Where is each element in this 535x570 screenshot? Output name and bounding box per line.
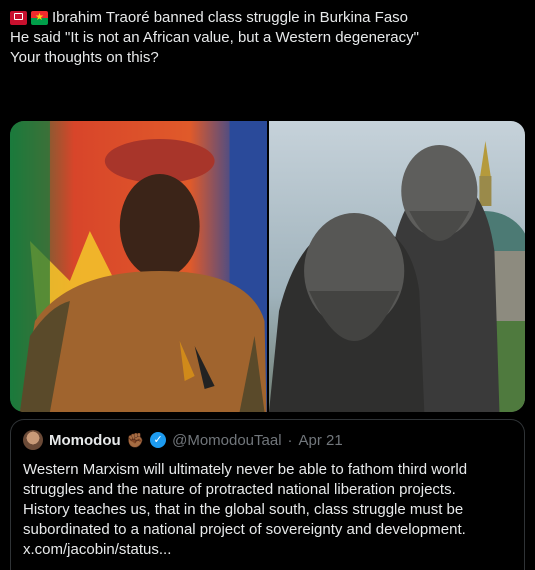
avatar[interactable]: [23, 430, 43, 450]
quoted-author-name[interactable]: Momodou: [49, 432, 121, 449]
statue-photo: [268, 141, 525, 412]
burkina-faso-flag-icon: [31, 11, 48, 25]
post-line-1-text: Ibrahim Traoré banned class struggle in …: [52, 9, 409, 26]
verified-badge-icon: ✓: [150, 432, 167, 448]
myanmar-flag-icon: [10, 11, 27, 25]
media-image-2[interactable]: [268, 121, 525, 412]
quoted-post-body: Western Marxism will ultimately never be…: [23, 460, 512, 560]
post-line-2: He said "It is not an African value, but…: [10, 29, 419, 46]
portrait-photo: [10, 121, 267, 412]
post-text: Ibrahim Traoré banned class struggle in …: [10, 8, 525, 68]
quoted-post-line: History teaches us, that in the global s…: [23, 501, 464, 518]
quoted-post-header: Momodou ✊🏾 ✓ @MomodouTaal · Apr 21: [23, 430, 512, 450]
media-grid[interactable]: [10, 121, 525, 412]
quoted-post[interactable]: Momodou ✊🏾 ✓ @MomodouTaal · Apr 21 Weste…: [10, 419, 525, 570]
media-image-1[interactable]: [10, 121, 267, 412]
quoted-post-link[interactable]: x.com/jacobin/status...: [23, 540, 512, 560]
separator-dot: ·: [287, 431, 293, 449]
quoted-post-line: struggles and the nature of protracted n…: [23, 481, 456, 498]
quoted-author-handle[interactable]: @MomodouTaal: [172, 432, 281, 449]
quoted-post-date[interactable]: Apr 21: [299, 432, 343, 449]
post-line-1: Ibrahim Traoré banned class struggle in …: [10, 8, 525, 28]
quoted-post-line: Western Marxism will ultimately never be…: [23, 461, 468, 478]
post-line-3: Your thoughts on this?: [10, 49, 159, 66]
quoted-post-line: subordinated to a national project of so…: [23, 521, 466, 538]
raised-fist-icon: ✊🏾: [126, 431, 145, 448]
